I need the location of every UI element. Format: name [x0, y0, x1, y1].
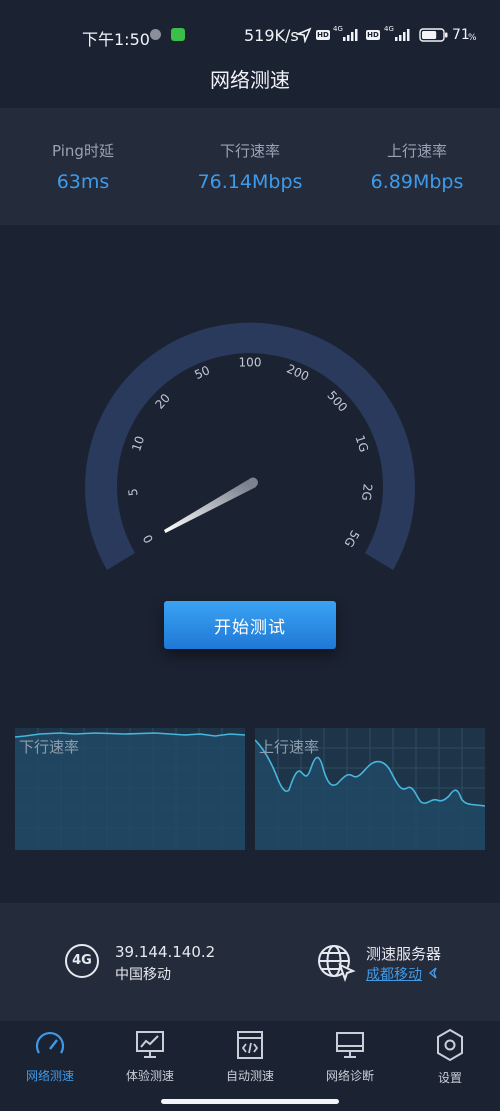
status-bar: 下午1:50 519K/s HD 4G HD 4G 71 %	[0, 0, 500, 70]
tab-settings[interactable]: 设置	[400, 1021, 500, 1101]
carrier-name: 中国移动	[115, 967, 171, 983]
gauge-needle-tip	[248, 477, 258, 488]
network-type-2: 4G	[384, 25, 394, 33]
page-title: 网络测速	[210, 68, 290, 92]
stat-ping-value: 63ms	[56, 171, 110, 193]
percent-sign: %	[468, 33, 477, 43]
monitor-chart-icon	[136, 1031, 164, 1058]
download-chart: 下行速率	[15, 728, 245, 850]
home-indicator[interactable]	[161, 1099, 339, 1104]
location-arrow-icon	[296, 27, 312, 43]
stats-panel: Ping时延 63ms 下行速率 76.14Mbps 上行速率 6.89Mbps	[0, 108, 500, 225]
status-time: 下午1:50	[82, 30, 150, 49]
tab-label: 网络测速	[25, 1069, 74, 1083]
server-label: 测速服务器	[366, 945, 442, 963]
stat-download-label: 下行速率	[219, 142, 280, 160]
4g-badge-icon: 4G	[65, 944, 99, 978]
gauge-tick-label: 5	[126, 488, 141, 497]
gauge-needle	[164, 478, 256, 533]
hd-icon: HD	[316, 30, 330, 40]
tab-auto-test[interactable]: 自动测速	[200, 1021, 300, 1101]
start-test-button[interactable]: 开始测试	[164, 601, 336, 649]
gauge-tick-label: 50	[192, 363, 212, 382]
tab-speed-test[interactable]: 网络测速	[0, 1021, 100, 1101]
gauge-tick-label: 100	[239, 356, 262, 370]
gauge-tick-label: 20	[152, 391, 173, 412]
code-window-icon	[237, 1031, 263, 1059]
hd-icon: HD	[366, 30, 380, 40]
ip-address: 39.144.140.2	[115, 943, 216, 961]
speedometer-icon	[35, 1032, 65, 1054]
gauge-tick-label: 0	[140, 532, 156, 546]
globe-server-icon[interactable]	[316, 943, 356, 983]
gauge-tick-label: 5G	[341, 528, 362, 550]
tab-label: 网络诊断	[325, 1069, 374, 1083]
tab-experience-test[interactable]: 体验测速	[100, 1021, 200, 1101]
network-speed: 519K/s	[244, 26, 299, 45]
tab-diagnosis[interactable]: 网络诊断	[300, 1021, 400, 1101]
stat-ping-label: Ping时延	[52, 142, 114, 160]
hexagon-settings-icon	[437, 1028, 463, 1062]
stat-upload-value: 6.89Mbps	[370, 171, 464, 193]
tab-label: 自动测速	[225, 1069, 274, 1083]
stat-download-value: 76.14Mbps	[197, 171, 303, 193]
battery-icon	[419, 28, 448, 42]
signal-icon	[395, 29, 410, 41]
upload-chart: 上行速率	[255, 728, 485, 850]
monitor-icon	[336, 1032, 364, 1058]
upload-chart-title: 上行速率	[259, 738, 320, 756]
location-arrow-icon[interactable]	[428, 967, 438, 979]
network-info-panel: 4G 39.144.140.2 中国移动 测速服务器 成都移动	[0, 903, 500, 1021]
server-name-link[interactable]: 成都移动	[366, 964, 422, 984]
stat-upload: 上行速率 6.89Mbps	[334, 140, 500, 193]
tab-bar: 网络测速 体验测速 自动测速 网络诊断 设置	[0, 1021, 500, 1111]
signal-icon	[343, 29, 358, 41]
gauge-tick-label: 10	[129, 434, 147, 453]
download-chart-title: 下行速率	[19, 738, 80, 756]
speed-gauge: 05102050100 2005001G2G5G	[85, 322, 415, 570]
wechat-icon	[171, 28, 185, 41]
stat-ping: Ping时延 63ms	[0, 140, 166, 193]
tab-label: 体验测速	[125, 1069, 174, 1083]
stat-upload-label: 上行速率	[386, 142, 447, 160]
gauge-tick-label: 2G	[359, 483, 375, 501]
tab-label: 设置	[437, 1071, 462, 1085]
gauge-tick-label: 1G	[353, 433, 372, 453]
stat-download: 下行速率 76.14Mbps	[167, 140, 333, 193]
notification-icon	[150, 29, 161, 40]
